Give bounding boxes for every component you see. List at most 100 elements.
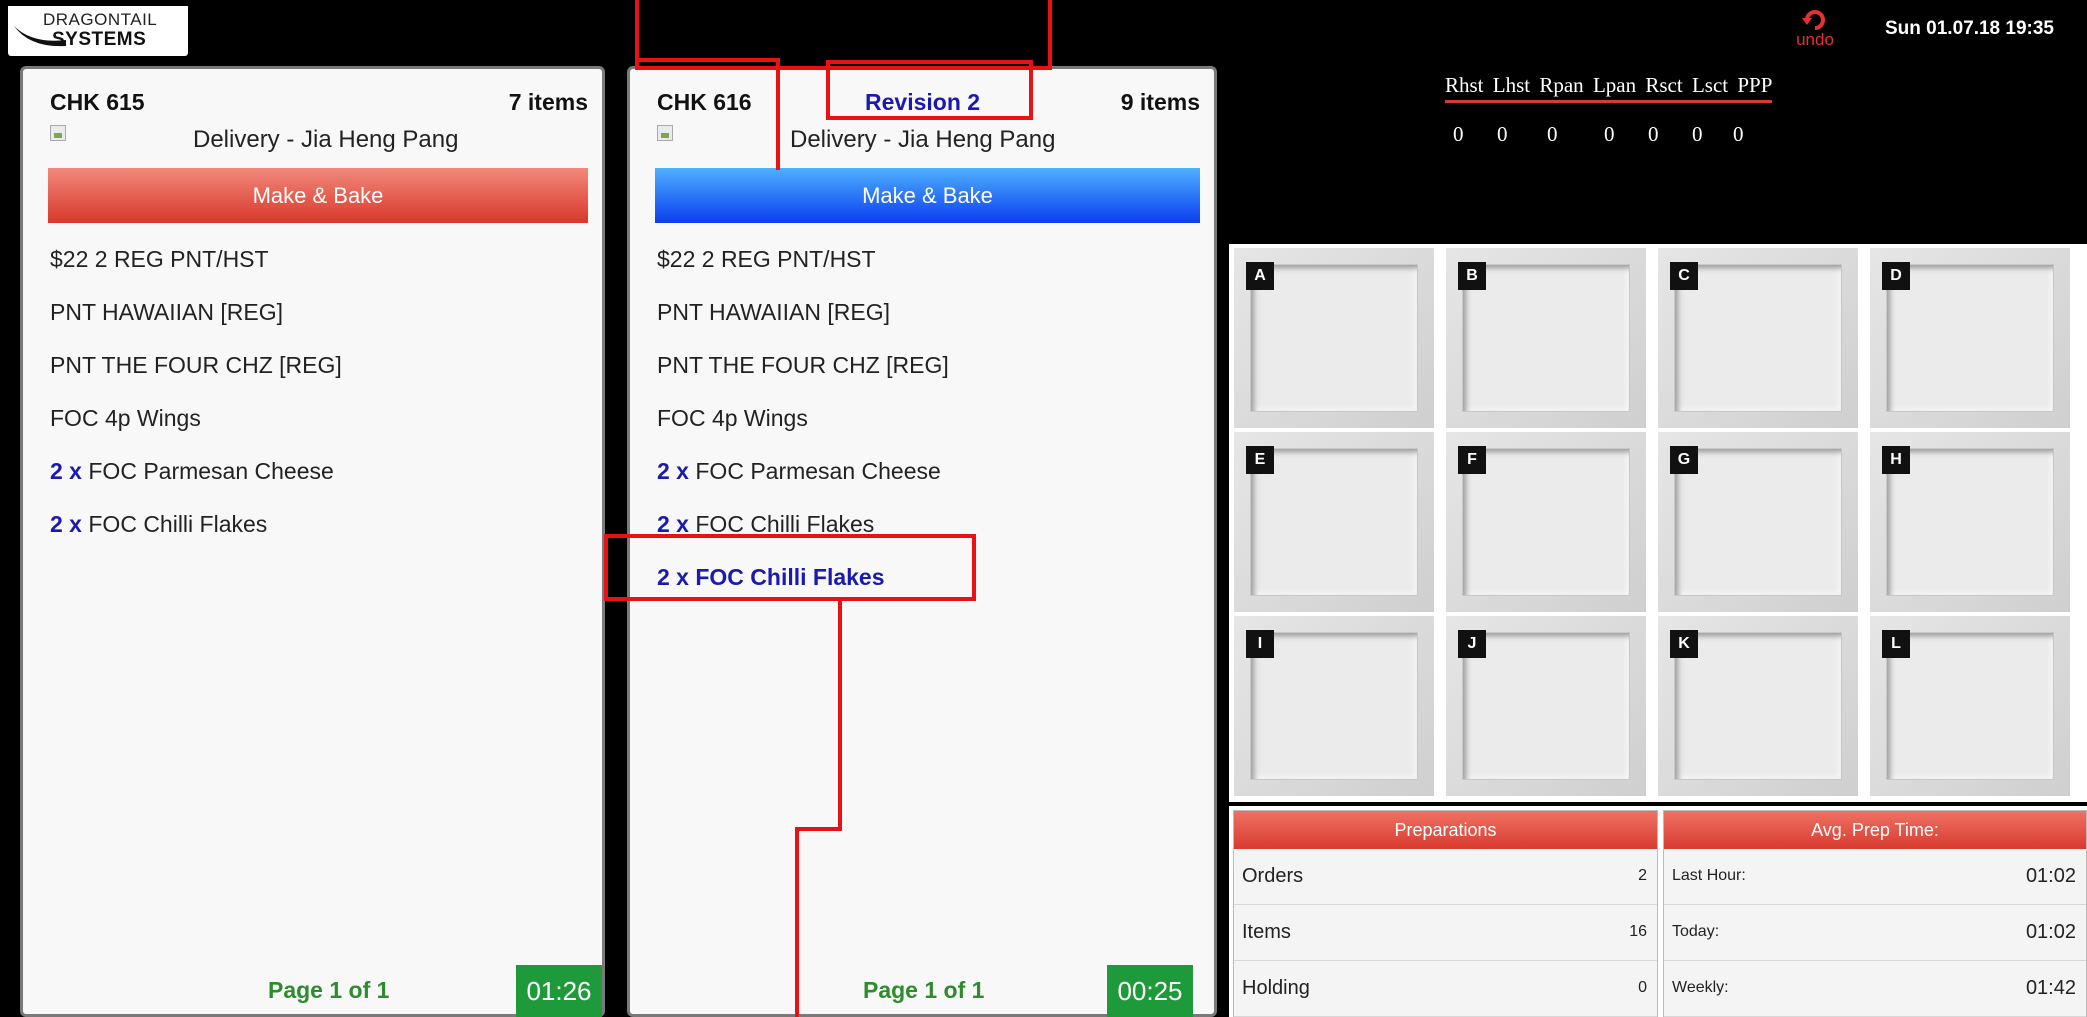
- item-name: FOC Parmesan Cheese: [695, 458, 941, 484]
- slot-well: [1674, 448, 1842, 596]
- station-value: 0: [1497, 122, 1508, 146]
- slot-well: [1462, 448, 1630, 596]
- station-header: Rhst: [1445, 73, 1484, 97]
- table-row: Holding 0: [1234, 961, 1657, 1017]
- slot-label: K: [1670, 630, 1698, 658]
- stat-label: Last Hour:: [1672, 867, 1746, 884]
- item-name: FOC 4p Wings: [657, 405, 808, 431]
- slot-well: [1674, 264, 1842, 412]
- slot-l[interactable]: L: [1870, 616, 2070, 796]
- slot-d[interactable]: D: [1870, 248, 2070, 428]
- top-bar: DRAGONTAIL SYSTEMS undo Sun 01.07.18 19:…: [0, 0, 2087, 60]
- slot-grid: A B C D E F G H I J K L: [1229, 244, 2087, 802]
- stat-label: Items: [1242, 921, 1291, 943]
- stat-value: 01:02: [2025, 921, 2076, 943]
- stat-label: Today:: [1672, 923, 1720, 940]
- station-value: 0: [1692, 122, 1703, 146]
- slot-label: G: [1670, 446, 1698, 474]
- order-source-image-icon: [50, 125, 66, 141]
- slot-c[interactable]: C: [1658, 248, 1858, 428]
- station-value: 0: [1648, 122, 1659, 146]
- logo-text-line1: DRAGONTAIL: [43, 10, 158, 29]
- slot-g[interactable]: G: [1658, 432, 1858, 612]
- slot-e[interactable]: E: [1234, 432, 1434, 612]
- station-header: PPP: [1737, 73, 1773, 97]
- slot-i[interactable]: I: [1234, 616, 1434, 796]
- slot-well: [1674, 632, 1842, 780]
- item-qty: 2 x: [50, 458, 82, 484]
- stat-value: 01:02: [2025, 865, 2076, 887]
- slot-well: [1250, 448, 1418, 596]
- slot-j[interactable]: J: [1446, 616, 1646, 796]
- table-row: Last Hour: 01:02: [1664, 849, 2086, 905]
- slot-f[interactable]: F: [1446, 432, 1646, 612]
- page-indicator: Page 1 of 1: [863, 977, 985, 1003]
- avg-prep-time-table: Avg. Prep Time: Last Hour: 01:02 Today: 01…: [1663, 810, 2087, 1017]
- slot-label: A: [1246, 262, 1274, 290]
- table-row: Weekly: 01:42: [1664, 961, 2086, 1017]
- slot-well: [1462, 632, 1630, 780]
- slot-h[interactable]: H: [1870, 432, 2070, 612]
- slot-well: [1886, 632, 2054, 780]
- check-card-616[interactable]: CHK 616 Revision 2 9 items Delivery - Ji…: [627, 66, 1217, 1017]
- list-item: FOC 4p Wings: [657, 398, 949, 451]
- item-list: $22 2 REG PNT/HST PNT HAWAIIAN [REG] PNT…: [50, 239, 342, 557]
- station-headers: Rhst Lhst Rpan Lpan Rsct Lsct PPP: [1445, 73, 1773, 103]
- undo-button[interactable]: undo: [1790, 6, 1840, 56]
- slot-well: [1250, 264, 1418, 412]
- list-item: PNT HAWAIIAN [REG]: [657, 292, 949, 345]
- item-count: 9 items: [1120, 89, 1200, 115]
- order-type-bar: Make & Bake: [48, 168, 588, 223]
- item-list: $22 2 REG PNT/HST PNT HAWAIIAN [REG] PNT…: [657, 239, 949, 610]
- table-row: Today: 01:02: [1664, 905, 2086, 961]
- slot-label: B: [1458, 262, 1486, 290]
- slot-k[interactable]: K: [1658, 616, 1858, 796]
- order-type-bar: Make & Bake: [655, 168, 1200, 223]
- item-name: $22 2 REG PNT/HST: [50, 246, 269, 272]
- list-item: 2 x FOC Parmesan Cheese: [50, 451, 342, 504]
- item-name: PNT THE FOUR CHZ [REG]: [50, 352, 342, 378]
- station-header: Rsct: [1645, 73, 1683, 97]
- slot-label: I: [1246, 630, 1274, 658]
- avg-prep-header: Avg. Prep Time:: [1664, 811, 2086, 849]
- item-name: PNT HAWAIIAN [REG]: [50, 299, 284, 325]
- station-header: Lsct: [1691, 73, 1729, 97]
- station-value: 0: [1453, 122, 1464, 146]
- station-value: 0: [1547, 122, 1558, 146]
- preparations-table: Preparations Orders 2 Items 16 Holding 0: [1233, 810, 1658, 1017]
- customer-label: Delivery - Jia Heng Pang: [193, 126, 459, 153]
- list-item: $22 2 REG PNT/HST: [50, 239, 342, 292]
- station-value: 0: [1604, 122, 1615, 146]
- list-item: 2 x FOC Chilli Flakes: [50, 504, 342, 557]
- stats-panel: Preparations Orders 2 Items 16 Holding 0 Av…: [1229, 806, 2087, 1017]
- check-number: CHK 615: [50, 89, 145, 115]
- stat-value: 01:42: [2025, 977, 2076, 999]
- slot-b[interactable]: B: [1446, 248, 1646, 428]
- customer-label: Delivery - Jia Heng Pang: [790, 126, 1056, 153]
- slot-label: L: [1882, 630, 1910, 658]
- revision-label: Revision 2: [865, 89, 981, 115]
- list-item: PNT THE FOUR CHZ [REG]: [50, 345, 342, 398]
- item-name: FOC Parmesan Cheese: [88, 458, 334, 484]
- item-name: FOC Chilli Flakes: [695, 511, 875, 537]
- item-name: FOC 4p Wings: [50, 405, 201, 431]
- check-card-615[interactable]: CHK 615 7 items Delivery - Jia Heng Pang…: [20, 66, 605, 1017]
- slot-well: [1462, 264, 1630, 412]
- slot-well: [1886, 448, 2054, 596]
- undo-label: undo: [1796, 30, 1834, 49]
- slot-well: [1250, 632, 1418, 780]
- list-item: PNT HAWAIIAN [REG]: [50, 292, 342, 345]
- revised-item: 2 x FOC Chilli Flakes: [657, 564, 885, 590]
- slot-a[interactable]: A: [1234, 248, 1434, 428]
- logo-text-line2: SYSTEMS: [52, 29, 147, 50]
- item-name: $22 2 REG PNT/HST: [657, 246, 876, 272]
- preparations-header: Preparations: [1234, 811, 1657, 849]
- item-qty: 2 x: [657, 458, 689, 484]
- stat-value: 16: [1629, 923, 1647, 940]
- undo-icon: [1802, 10, 1825, 30]
- page-indicator: Page 1 of 1: [268, 977, 390, 1003]
- slot-label: E: [1246, 446, 1274, 474]
- item-name: FOC Chilli Flakes: [88, 511, 268, 537]
- station-values: 0 0 0 0 0 0 0: [1229, 122, 2087, 152]
- order-source-image-icon: [657, 125, 673, 141]
